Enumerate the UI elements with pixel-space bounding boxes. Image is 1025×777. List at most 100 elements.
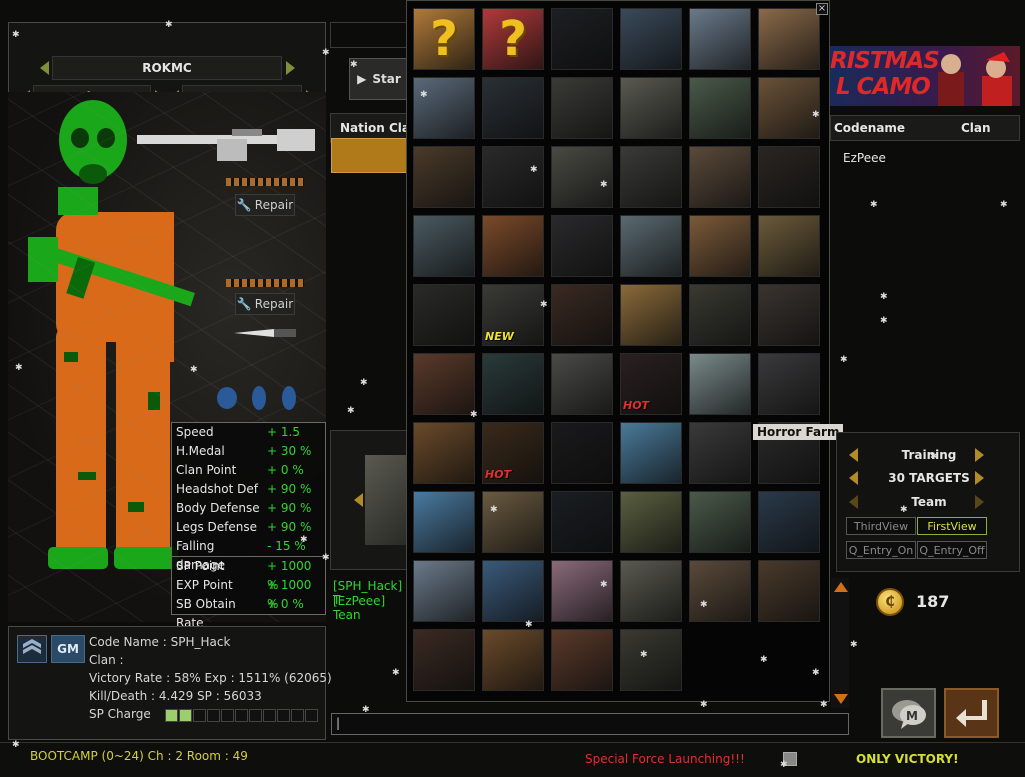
nation-next-arrow[interactable]	[286, 61, 295, 75]
map-thumbnail[interactable]	[413, 422, 475, 484]
nation-prev-arrow[interactable]	[40, 61, 49, 75]
kill-death-sp: Kill/Death : 4.429 SP : 56033	[89, 689, 262, 703]
snowflake-icon: ✱	[525, 620, 533, 630]
scroll-up-icon[interactable]	[834, 582, 848, 592]
map-thumbnail[interactable]	[413, 77, 475, 139]
start-label: Star	[372, 72, 401, 86]
map-thumbnail[interactable]	[482, 146, 544, 208]
sp-charge-cell	[277, 709, 290, 722]
snowflake-icon: ✱	[15, 363, 23, 373]
start-button[interactable]: ▶ Star	[349, 58, 409, 100]
third-view-option[interactable]: ThirdView	[846, 517, 916, 535]
map-thumbnail[interactable]	[758, 353, 820, 415]
map-thumbnail[interactable]	[689, 215, 751, 277]
map-thumbnail[interactable]	[413, 146, 475, 208]
map-thumbnail[interactable]	[689, 146, 751, 208]
map-selector-close-icon[interactable]: ×	[816, 3, 828, 15]
map-thumbnail[interactable]	[758, 8, 820, 70]
map-thumbnail[interactable]	[551, 215, 613, 277]
map-thumbnail[interactable]: ?	[413, 8, 475, 70]
map-thumbnail[interactable]	[620, 491, 682, 553]
map-thumbnail[interactable]	[758, 146, 820, 208]
map-thumbnail[interactable]	[551, 353, 613, 415]
map-thumbnail[interactable]	[620, 77, 682, 139]
map-thumbnail[interactable]	[758, 215, 820, 277]
map-thumbnail[interactable]: NEW	[482, 284, 544, 346]
map-thumbnail[interactable]	[551, 284, 613, 346]
map-thumbnail[interactable]	[620, 215, 682, 277]
map-thumbnail[interactable]	[689, 491, 751, 553]
snowflake-icon: ✱	[490, 505, 498, 515]
map-thumbnail[interactable]	[758, 284, 820, 346]
map-thumbnail[interactable]	[689, 284, 751, 346]
map-thumbnail[interactable]	[551, 77, 613, 139]
clan-column-header: Clan	[961, 121, 991, 135]
targets-next-arrow[interactable]	[975, 471, 984, 485]
map-thumbnail[interactable]	[758, 77, 820, 139]
map-thumbnail[interactable]	[620, 8, 682, 70]
user-list-item[interactable]: EzPeee	[843, 151, 886, 165]
scroll-down-icon[interactable]	[834, 694, 848, 704]
enter-arrow-icon	[955, 700, 987, 727]
map-thumbnail[interactable]	[551, 491, 613, 553]
map-thumbnail[interactable]	[551, 146, 613, 208]
map-thumbnail[interactable]	[689, 353, 751, 415]
map-thumbnail[interactable]	[482, 560, 544, 622]
map-thumbnail[interactable]	[482, 629, 544, 691]
map-thumbnail[interactable]	[620, 422, 682, 484]
map-thumbnail[interactable]: HOT	[620, 353, 682, 415]
map-thumbnail[interactable]	[689, 77, 751, 139]
user-list: EzPeee	[830, 141, 1020, 429]
sp-charge-label: SP Charge	[89, 707, 151, 721]
map-thumbnail[interactable]	[620, 146, 682, 208]
map-thumbnail[interactable]	[551, 8, 613, 70]
entry-off-option[interactable]: Q_Entry_Off	[917, 541, 987, 559]
christmas-camo-banner[interactable]: RISTMAS L CAMO	[830, 46, 1020, 106]
primary-repair-button[interactable]: 🔧 Repair	[235, 194, 295, 216]
chat-input[interactable]: |	[331, 713, 849, 735]
map-thumbnail[interactable]	[482, 215, 544, 277]
map-thumbnail[interactable]	[620, 284, 682, 346]
map-thumbnail[interactable]	[551, 629, 613, 691]
stat-value: + 1000 %	[267, 559, 312, 592]
map-thumbnail[interactable]	[689, 422, 751, 484]
stat-value: + 0 %	[267, 463, 304, 477]
mode-next-arrow[interactable]	[975, 448, 984, 462]
map-thumbnail[interactable]: ?	[482, 8, 544, 70]
snowflake-icon: ✱	[322, 553, 330, 563]
map-preview-image	[365, 455, 407, 545]
map-preview-prev-arrow[interactable]	[354, 493, 363, 507]
nation-selector[interactable]: ROKMC	[52, 56, 282, 80]
map-thumbnail[interactable]	[413, 560, 475, 622]
map-thumbnail[interactable]	[551, 422, 613, 484]
map-thumbnail[interactable]	[413, 284, 475, 346]
map-thumbnail[interactable]	[689, 560, 751, 622]
map-thumbnail[interactable]	[482, 491, 544, 553]
map-thumbnail[interactable]	[551, 560, 613, 622]
map-thumbnail[interactable]	[482, 353, 544, 415]
sp-charge-cell	[235, 709, 248, 722]
map-thumbnail[interactable]	[482, 77, 544, 139]
chat-scrollbar[interactable]	[831, 578, 849, 708]
secondary-repair-button[interactable]: 🔧 Repair	[235, 293, 295, 315]
map-thumbnail[interactable]	[620, 560, 682, 622]
stat-row: H.Medal + 30 %	[172, 442, 325, 461]
map-thumbnail[interactable]: HOT	[482, 422, 544, 484]
messenger-button[interactable]: M	[881, 688, 936, 738]
player-slot[interactable]	[331, 138, 411, 173]
map-thumbnail[interactable]	[758, 560, 820, 622]
map-thumbnail[interactable]	[413, 629, 475, 691]
map-thumbnail[interactable]	[413, 215, 475, 277]
map-thumbnail[interactable]	[620, 629, 682, 691]
first-view-option[interactable]: FirstView	[917, 517, 987, 535]
team-next-arrow[interactable]	[975, 495, 984, 509]
sp-charge-cell	[263, 709, 276, 722]
stat-label: SB Obtain Rate	[176, 597, 236, 630]
map-thumbnail[interactable]	[689, 8, 751, 70]
map-thumbnail[interactable]	[413, 491, 475, 553]
stat-value: + 90 %	[267, 520, 312, 534]
enter-button[interactable]	[944, 688, 999, 738]
map-thumbnail[interactable]	[413, 353, 475, 415]
entry-on-option[interactable]: Q_Entry_On	[846, 541, 916, 559]
map-thumbnail[interactable]	[758, 491, 820, 553]
